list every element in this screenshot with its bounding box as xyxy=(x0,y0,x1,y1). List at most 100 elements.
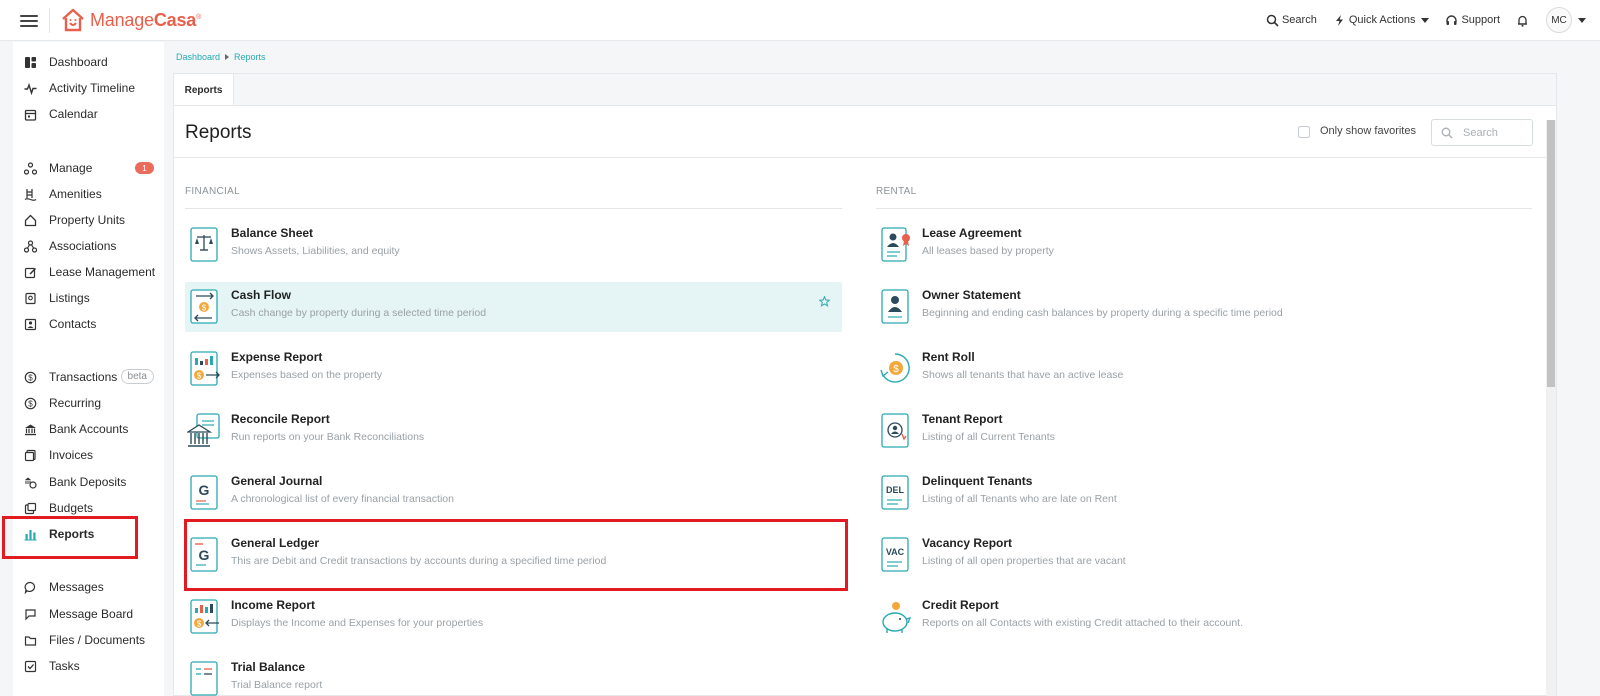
support-button[interactable]: Support xyxy=(1445,14,1500,27)
report-reconcile-report[interactable]: Reconcile Report Run reports on your Ban… xyxy=(185,406,842,456)
sidebar-item-invoices[interactable]: Invoices xyxy=(13,443,164,467)
sidebar-item-associations[interactable]: Associations xyxy=(13,234,164,258)
user-menu[interactable]: MC xyxy=(1546,7,1586,33)
sidebar-item-label: Message Board xyxy=(49,607,134,621)
sidebar-item-activity-timeline[interactable]: Activity Timeline xyxy=(13,76,164,100)
report-name: Delinquent Tenants xyxy=(922,474,1033,488)
logo[interactable]: ManageCasa® xyxy=(60,5,201,35)
report-name: General Journal xyxy=(231,474,323,488)
favorites-checkbox[interactable] xyxy=(1298,126,1310,138)
budget-icon xyxy=(23,501,37,515)
notifications-button[interactable] xyxy=(1516,14,1532,27)
sidebar-item-recurring[interactable]: $ Recurring xyxy=(13,391,164,415)
report-name: Tenant Report xyxy=(922,412,1003,426)
report-credit-report[interactable]: Credit Report Reports on all Contacts wi… xyxy=(876,592,1533,642)
star-favorite-icon[interactable] xyxy=(819,296,830,307)
sidebar-item-files-documents[interactable]: Files / Documents xyxy=(13,628,164,652)
vacancy-document-icon: VAC xyxy=(881,537,909,572)
report-owner-statement[interactable]: Owner Statement Beginning and ending cas… xyxy=(876,282,1533,332)
sidebar-item-message-board[interactable]: Message Board xyxy=(13,602,164,626)
reports-panel: Reports Only show favorites Search FINAN… xyxy=(173,105,1557,696)
sidebar-item-amenities[interactable]: Amenities xyxy=(13,182,164,206)
house-logo-icon xyxy=(62,8,84,32)
lease-document-icon xyxy=(881,227,910,262)
sidebar-item-label: Associations xyxy=(49,239,117,253)
report-rent-roll[interactable]: $ Rent Roll Shows all tenants that have … xyxy=(876,344,1533,394)
sidebar-item-label: Amenities xyxy=(49,187,102,201)
tab-reports[interactable]: Reports xyxy=(174,74,234,107)
sidebar-item-transactions[interactable]: $ Transactions beta xyxy=(13,365,164,389)
report-description: Trial Balance report xyxy=(231,679,323,691)
chevron-down-icon xyxy=(1578,17,1586,23)
sidebar-item-tasks[interactable]: Tasks xyxy=(13,654,164,678)
sidebar-item-label: Tasks xyxy=(49,659,80,673)
report-name: Expense Report xyxy=(231,350,323,364)
svg-text:$: $ xyxy=(197,620,202,629)
sidebar-item-label: Messages xyxy=(49,580,104,594)
breadcrumb-current[interactable]: Reports xyxy=(234,52,266,62)
sidebar-item-manage[interactable]: Manage 1 xyxy=(13,156,164,180)
sidebar-item-label: Budgets xyxy=(49,501,94,515)
report-name: Owner Statement xyxy=(922,288,1021,302)
financial-section-header: FINANCIAL xyxy=(185,186,240,197)
report-vacancy-report[interactable]: VAC Vacancy Report Listing of all open p… xyxy=(876,530,1533,580)
report-description: Displays the Income and Expenses for you… xyxy=(231,617,484,629)
sidebar-item-label: Calendar xyxy=(49,107,98,121)
breadcrumb-dashboard-link[interactable]: Dashboard xyxy=(176,52,220,62)
report-description: Listing of all Tenants who are late on R… xyxy=(922,493,1117,505)
sidebar-item-bank-accounts[interactable]: Bank Accounts xyxy=(13,417,164,441)
sidebar-item-property-units[interactable]: Property Units xyxy=(13,208,164,232)
owner-document-icon xyxy=(881,289,909,324)
report-income-report[interactable]: $ Income Report Displays the Income and … xyxy=(185,592,842,642)
report-description: A chronological list of every financial … xyxy=(231,493,454,505)
board-icon xyxy=(23,607,37,621)
sidebar-item-contacts[interactable]: Contacts xyxy=(13,312,164,336)
search-icon xyxy=(1441,127,1453,138)
report-name: Trial Balance xyxy=(231,660,306,674)
calendar-icon xyxy=(23,107,37,121)
piggy-bank-icon xyxy=(882,602,912,633)
quick-actions-button[interactable]: Quick Actions xyxy=(1333,14,1430,27)
sidebar-item-bank-deposits[interactable]: Bank Deposits xyxy=(13,470,164,494)
hamburger-menu-icon[interactable] xyxy=(20,12,38,28)
sidebar-item-calendar[interactable]: Calendar xyxy=(13,102,164,126)
sidebar-item-dashboard[interactable]: Dashboard xyxy=(13,50,164,74)
report-name: Reconcile Report xyxy=(231,412,330,426)
report-search-input[interactable]: Search xyxy=(1431,119,1533,146)
sidebar-item-label: Activity Timeline xyxy=(49,81,136,95)
headset-icon xyxy=(1446,14,1458,25)
report-trial-balance[interactable]: Trial Balance Trial Balance report xyxy=(185,654,842,696)
report-cash-flow[interactable]: $ Cash Flow Cash change by property duri… xyxy=(185,282,842,332)
report-general-journal[interactable]: G General Journal A chronological list o… xyxy=(185,468,842,518)
report-description: Expenses based on the property xyxy=(231,369,383,381)
sidebar-item-lease-management[interactable]: Lease Management xyxy=(13,260,164,284)
divider xyxy=(876,208,1532,209)
report-lease-agreement[interactable]: Lease Agreement All leases based by prop… xyxy=(876,220,1533,270)
report-description: Shows all tenants that have an active le… xyxy=(922,369,1124,381)
report-description: All leases based by property xyxy=(922,245,1054,257)
tab-strip: Reports xyxy=(173,73,1557,107)
sidebar-item-messages[interactable]: Messages xyxy=(13,575,164,599)
report-description: Listing of all open properties that are … xyxy=(922,555,1126,567)
scrollbar[interactable] xyxy=(1546,120,1556,696)
report-balance-sheet[interactable]: Balance Sheet Shows Assets, Liabilities,… xyxy=(185,220,842,270)
sidebar-item-listings[interactable]: Listings xyxy=(13,286,164,310)
chevron-right-icon xyxy=(225,54,230,60)
listings-icon xyxy=(23,291,37,305)
search-button[interactable]: Search xyxy=(1266,14,1317,27)
manage-icon xyxy=(23,161,37,175)
avatar: MC xyxy=(1546,7,1572,33)
report-tenant-report[interactable]: Tenant Report Listing of all Current Ten… xyxy=(876,406,1533,456)
report-delinquent-tenants[interactable]: DEL Delinquent Tenants Listing of all Te… xyxy=(876,468,1533,518)
report-description: Run reports on your Bank Reconciliations xyxy=(231,431,425,443)
dashboard-icon xyxy=(23,55,37,69)
notification-badge: 1 xyxy=(135,162,154,174)
trial-balance-document-icon xyxy=(190,661,218,696)
report-name: Vacancy Report xyxy=(922,536,1013,550)
highlight-box-general-ledger xyxy=(184,519,848,591)
page-title: Reports xyxy=(185,122,252,143)
sidebar-item-label: Transactions xyxy=(49,370,118,384)
associations-icon xyxy=(23,239,37,253)
scrollbar-thumb[interactable] xyxy=(1547,120,1555,387)
report-expense-report[interactable]: $ Expense Report Expenses based on the p… xyxy=(185,344,842,394)
